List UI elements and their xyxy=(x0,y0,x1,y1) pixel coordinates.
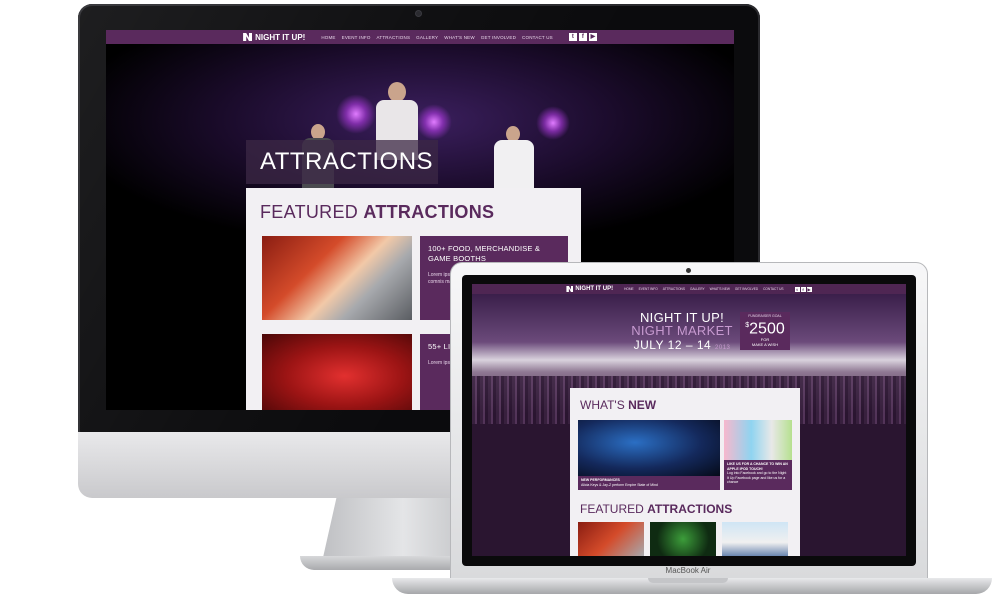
brand-name: NIGHT IT UP! xyxy=(255,32,306,42)
news-photo-performers[interactable] xyxy=(578,420,720,476)
nav-get-involved[interactable]: GET INVOLVED xyxy=(481,35,516,40)
news-caption[interactable]: NEW PERFORMANCES Alicia Keys & Jay-Z per… xyxy=(578,476,720,490)
youtube-icon[interactable]: ▶ xyxy=(588,33,597,41)
twitter-icon[interactable]: t xyxy=(568,33,577,41)
macbook-camera xyxy=(686,268,691,273)
twitter-icon[interactable]: t xyxy=(794,286,800,292)
news-caption-text: Alicia Keys & Jay-Z perform Empire State… xyxy=(581,482,658,487)
attraction-thumb-games[interactable] xyxy=(722,522,788,556)
stage-light xyxy=(536,106,570,140)
site-logo[interactable]: NIGHT IT UP! xyxy=(566,286,613,292)
ad-title: LIKE US FOR A CHANCE TO WIN AN APPLE IPO… xyxy=(727,462,788,471)
fundraiser-goal-badge[interactable]: FUNDRAISER GOAL $2500 FOR MAKE A WISH xyxy=(740,312,790,350)
attraction-thumb-performer[interactable] xyxy=(650,522,716,556)
ipod-contest-card[interactable]: LIKE US FOR A CHANCE TO WIN AN APPLE IPO… xyxy=(724,420,792,490)
nav-attractions[interactable]: ATTRACTIONS xyxy=(377,35,411,40)
facebook-icon[interactable]: f xyxy=(578,33,587,41)
nav-contact-us[interactable]: CONTACT US xyxy=(763,287,783,291)
brand-name: NIGHT IT UP! xyxy=(575,286,614,292)
featured-title: FEATURED ATTRACTIONS xyxy=(260,202,495,222)
page-title: ATTRACTIONS xyxy=(246,140,438,184)
logo-icon xyxy=(566,286,574,292)
stage-light xyxy=(416,104,452,140)
ipod-image xyxy=(724,420,792,460)
goal-amount: $2500 xyxy=(745,320,785,338)
facebook-icon[interactable]: f xyxy=(800,286,806,292)
site-nav: NIGHT IT UP! HOME EVENT INFO ATTRACTIONS… xyxy=(106,30,734,44)
site-logo[interactable]: NIGHT IT UP! xyxy=(243,33,305,42)
feature-heading: 100+ FOOD, MERCHANDISE & GAME BOOTHS xyxy=(428,244,541,263)
social-links: t f ▶ xyxy=(794,286,812,292)
whats-new-title: WHAT'S NEW xyxy=(580,398,657,412)
logo-icon xyxy=(243,33,253,41)
nav-get-involved[interactable]: GET INVOLVED xyxy=(735,287,758,291)
nav-gallery[interactable]: GALLERY xyxy=(690,287,705,291)
imac-camera xyxy=(415,10,422,17)
stage-light xyxy=(336,94,376,134)
whats-new-panel: WHAT'S NEW NEW PERFORMANCES Alicia Keys … xyxy=(570,388,800,556)
macbook-label: MacBook Air xyxy=(665,566,711,575)
food-booth-image[interactable] xyxy=(262,236,412,320)
nav-event-info[interactable]: EVENT INFO xyxy=(639,287,658,291)
goal-target: MAKE A WISH xyxy=(751,342,779,348)
macbook-screen: NIGHT IT UP! HOME EVENT INFO ATTRACTIONS… xyxy=(472,284,906,556)
nav-whats-new[interactable]: WHAT'S NEW xyxy=(444,35,475,40)
macbook-notch xyxy=(648,578,728,583)
singer-image[interactable] xyxy=(262,334,412,410)
featured-title: FEATURED ATTRACTIONS xyxy=(580,502,733,516)
nav-home[interactable]: HOME xyxy=(624,287,634,291)
nav-gallery[interactable]: GALLERY xyxy=(416,35,438,40)
nav-home[interactable]: HOME xyxy=(321,35,335,40)
performer-head xyxy=(388,82,406,102)
nav-contact-us[interactable]: CONTACT US xyxy=(522,35,553,40)
nav-whats-new[interactable]: WHAT'S NEW xyxy=(710,287,730,291)
nav-attractions[interactable]: ATTRACTIONS xyxy=(663,287,685,291)
ad-text: LIKE US FOR A CHANCE TO WIN AN APPLE IPO… xyxy=(727,462,789,485)
site-nav: NIGHT IT UP! HOME EVENT INFO ATTRACTIONS… xyxy=(472,284,906,294)
ad-body: Log into Facebook and go to the Night It… xyxy=(727,471,787,484)
youtube-icon[interactable]: ▶ xyxy=(806,286,812,292)
nav-event-info[interactable]: EVENT INFO xyxy=(342,35,371,40)
attraction-thumb-food[interactable] xyxy=(578,522,644,556)
social-links: t f ▶ xyxy=(568,33,597,41)
